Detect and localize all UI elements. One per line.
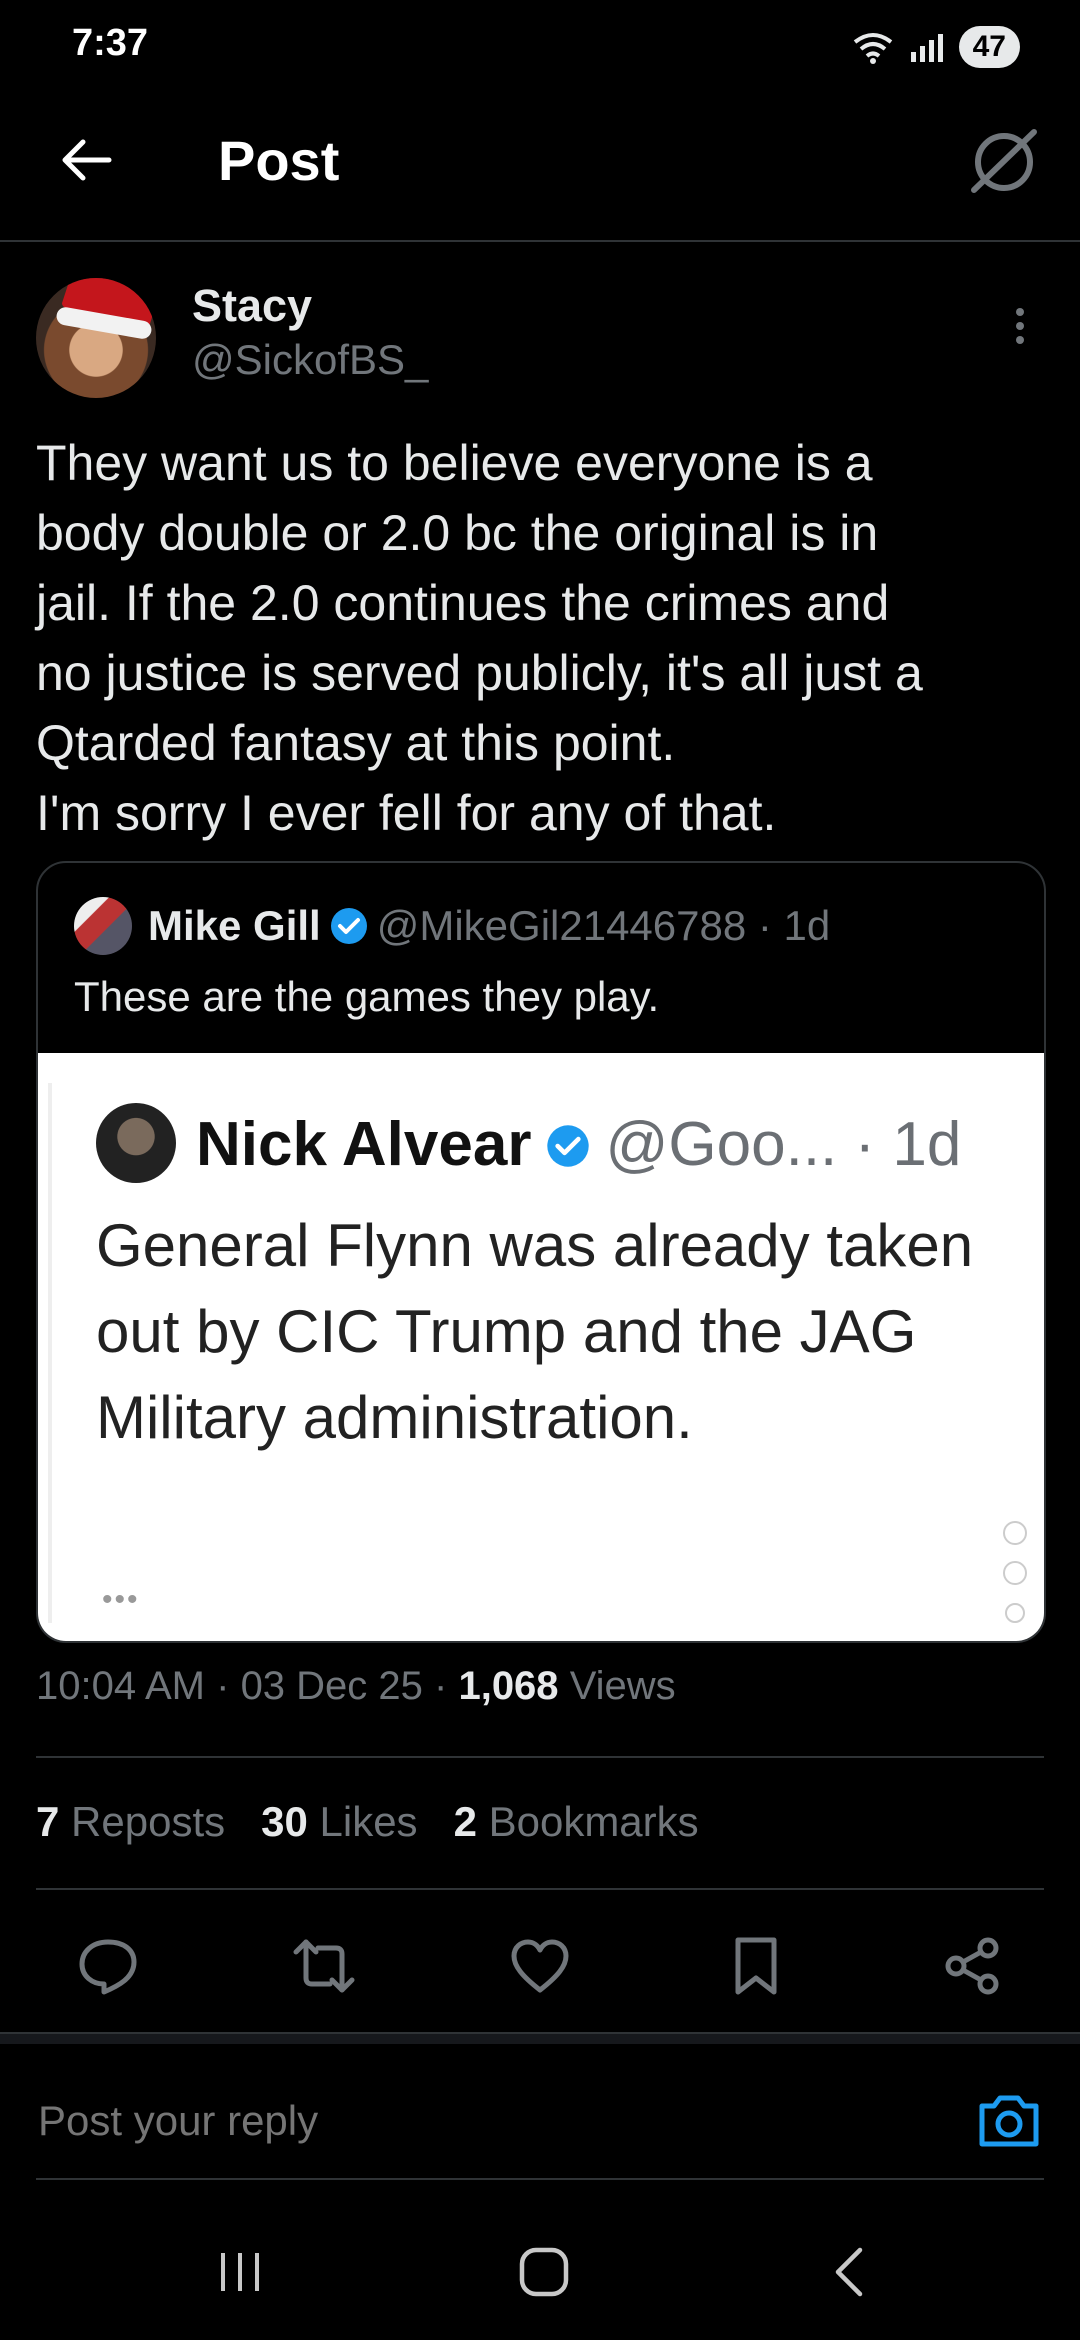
embedded-tweet-text: General Flynn was already taken out by C… [96, 1212, 974, 1451]
stats-divider [36, 1888, 1044, 1890]
quoted-author-name: Mike Gill [148, 902, 321, 949]
likes-stat[interactable]: 30 Likes [261, 1798, 417, 1845]
wifi-icon [853, 33, 892, 64]
section-gap [0, 2034, 1080, 2044]
back-button[interactable] [50, 125, 120, 195]
engagement-stats: 7 Reposts 30 Likes 2 Bookmarks [36, 1798, 699, 1846]
embedded-author-name: Nick Alvear [196, 1110, 532, 1179]
share-icon [945, 1937, 999, 1995]
arrow-left-icon [62, 139, 112, 181]
embedded-tweet-header: Nick Alvear @Goo... · 1d [196, 1105, 961, 1185]
meta-separator: · [422, 1664, 459, 1708]
author-name[interactable]: Stacy [192, 280, 312, 332]
header-divider [0, 240, 1080, 242]
quoted-tweet-header: Mike Gill @MikeGil21446788 · 1d [148, 897, 830, 955]
more-options-button[interactable] [1006, 306, 1034, 346]
reposts-label: Reposts [71, 1798, 226, 1845]
grok-icon [971, 129, 1037, 193]
screenshot-edge [48, 1083, 52, 1623]
tweet-time: 10:04 AM [36, 1664, 206, 1708]
likes-label: Likes [319, 1798, 418, 1845]
reply-icon [79, 1939, 137, 1995]
quoted-author-avatar [74, 897, 132, 955]
watermark-icon [1003, 1521, 1027, 1623]
share-button[interactable] [936, 1930, 1008, 2002]
home-icon [519, 2247, 569, 2297]
author-avatar[interactable] [36, 278, 156, 398]
system-back-button[interactable] [808, 2232, 888, 2312]
camera-button[interactable] [974, 2086, 1044, 2156]
embedded-author-avatar [96, 1103, 176, 1183]
quoted-author-handle: @MikeGil21446788 [376, 902, 747, 949]
status-time: 7:37 [72, 22, 149, 64]
likes-count: 30 [261, 1798, 308, 1845]
meta-separator: · [205, 1664, 241, 1708]
reposts-stat[interactable]: 7 Reposts [36, 1798, 225, 1845]
page-title: Post [218, 129, 340, 192]
reposts-count: 7 [36, 1798, 60, 1845]
verified-badge-icon [547, 1125, 590, 1167]
views-label: Views [569, 1664, 676, 1708]
repost-icon [293, 1939, 355, 1993]
repost-button[interactable] [288, 1930, 360, 2002]
bookmarks-stat[interactable]: 2 Bookmarks [454, 1798, 699, 1845]
composer-divider [36, 2178, 1044, 2180]
views-count: 1,068 [458, 1664, 559, 1708]
tweet-date: 03 Dec 25 [240, 1664, 423, 1708]
like-icon [511, 1939, 569, 1993]
home-button[interactable] [504, 2232, 584, 2312]
author-handle[interactable]: @SickofBS_ [192, 336, 428, 384]
verified-badge-icon [330, 908, 367, 944]
meta-divider [36, 1756, 1044, 1758]
grok-button[interactable] [964, 122, 1044, 202]
camera-icon [979, 2095, 1039, 2147]
recent-apps-button[interactable] [200, 2232, 280, 2312]
quoted-tweet[interactable]: Mike Gill @MikeGil21446788 · 1d These ar… [36, 861, 1046, 1643]
like-button[interactable] [504, 1930, 576, 2002]
bookmarks-count: 2 [453, 1798, 477, 1845]
more-vertical-icon [1016, 308, 1024, 344]
quoted-screenshot-image: Nick Alvear @Goo... · 1d General Flynn w… [38, 1053, 1044, 1641]
recent-apps-icon [221, 2253, 259, 2291]
embedded-more-dots: ••• [102, 1583, 140, 1616]
reply-input[interactable] [36, 2096, 920, 2146]
reply-button[interactable] [72, 1930, 144, 2002]
quoted-tweet-text: These are the games they play. [74, 973, 660, 1020]
tweet-text: They want us to believe everyone is a bo… [36, 435, 923, 841]
tweet-meta: 10:04 AM · 03 Dec 25 · 1,068 Views [36, 1664, 676, 1709]
signal-icon [910, 34, 943, 62]
chevron-left-icon [835, 2247, 863, 2297]
status-icons: 47 [851, 26, 1020, 68]
quoted-time: · 1d [757, 902, 831, 949]
bookmarks-label: Bookmarks [488, 1798, 699, 1845]
embedded-time: · 1d [854, 1110, 962, 1179]
bookmark-icon [735, 1937, 777, 1995]
battery-indicator: 47 [958, 26, 1020, 68]
embedded-author-handle: @Goo... [605, 1110, 838, 1179]
bookmark-button[interactable] [720, 1930, 792, 2002]
